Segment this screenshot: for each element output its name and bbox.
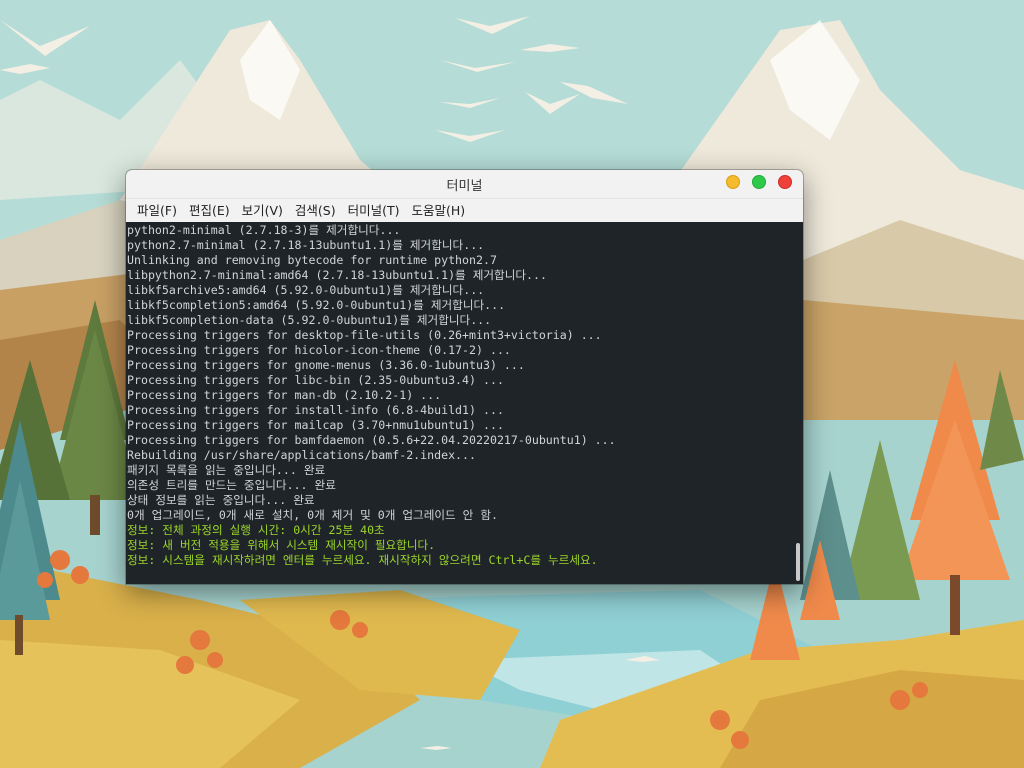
terminal-line: Processing triggers for desktop-file-uti… xyxy=(127,328,602,342)
terminal-line: Processing triggers for bamfdaemon (0.5.… xyxy=(127,433,616,447)
window-controls xyxy=(726,175,792,189)
terminal-window: 터미널 파일(F) 편집(E) 보기(V) 검색(S) 터미널(T) 도움말(H… xyxy=(126,170,803,584)
maximize-button[interactable] xyxy=(752,175,766,189)
terminal-line: Processing triggers for mailcap (3.70+nm… xyxy=(127,418,504,432)
menu-terminal[interactable]: 터미널(T) xyxy=(342,199,406,222)
terminal-line: libkf5archive5:amd64 (5.92.0-0ubuntu1)를 … xyxy=(127,283,485,297)
terminal-line: libkf5completion-data (5.92.0-0ubuntu1)를… xyxy=(127,313,492,327)
terminal-line: Processing triggers for install-info (6.… xyxy=(127,403,504,417)
title-bar[interactable]: 터미널 xyxy=(126,170,803,199)
terminal-info-line: 정보: 시스템을 재시작하려면 엔터를 누르세요. 재시작하지 않으려면 Ctr… xyxy=(127,553,598,567)
terminal-line: python2-minimal (2.7.18-3)를 제거합니다... xyxy=(127,223,401,237)
terminal-output[interactable]: python2-minimal (2.7.18-3)를 제거합니다... pyth… xyxy=(126,222,803,584)
window-title: 터미널 xyxy=(446,179,483,194)
terminal-line: Processing triggers for gnome-menus (3.3… xyxy=(127,358,525,372)
terminal-line: 패키지 목록을 읽는 중입니다... 완료 xyxy=(127,463,326,477)
terminal-line: python2.7-minimal (2.7.18-13ubuntu1.1)를 … xyxy=(127,238,485,252)
terminal-line: 상태 정보를 읽는 중입니다... 완료 xyxy=(127,493,315,507)
menu-help[interactable]: 도움말(H) xyxy=(406,199,472,222)
menu-file[interactable]: 파일(F) xyxy=(131,199,183,222)
menu-edit[interactable]: 편집(E) xyxy=(183,199,236,222)
terminal-line: Processing triggers for hicolor-icon-the… xyxy=(127,343,511,357)
terminal-info-line: 정보: 새 버전 적용을 위해서 시스템 재시작이 필요합니다. xyxy=(127,538,436,552)
menu-view[interactable]: 보기(V) xyxy=(236,199,289,222)
terminal-line: Processing triggers for man-db (2.10.2-1… xyxy=(127,388,442,402)
minimize-button[interactable] xyxy=(726,175,740,189)
scrollbar-thumb[interactable] xyxy=(796,543,800,581)
terminal-line: 0개 업그레이드, 0개 새로 설치, 0개 제거 및 0개 업그레이드 안 함… xyxy=(127,508,498,522)
terminal-line: Unlinking and removing bytecode for runt… xyxy=(127,253,497,267)
terminal-line: libkf5completion5:amd64 (5.92.0-0ubuntu1… xyxy=(127,298,506,312)
menu-bar: 파일(F) 편집(E) 보기(V) 검색(S) 터미널(T) 도움말(H) xyxy=(126,199,803,223)
close-button[interactable] xyxy=(778,175,792,189)
terminal-line: Processing triggers for libc-bin (2.35-0… xyxy=(127,373,504,387)
terminal-line: Rebuilding /usr/share/applications/bamf-… xyxy=(127,448,477,462)
terminal-line: 의존성 트리를 만드는 중입니다... 완료 xyxy=(127,478,336,492)
terminal-line: libpython2.7-minimal:amd64 (2.7.18-13ubu… xyxy=(127,268,547,282)
menu-search[interactable]: 검색(S) xyxy=(289,199,342,222)
terminal-info-line: 정보: 전체 과정의 실행 시간: 0시간 25분 40초 xyxy=(127,523,385,537)
